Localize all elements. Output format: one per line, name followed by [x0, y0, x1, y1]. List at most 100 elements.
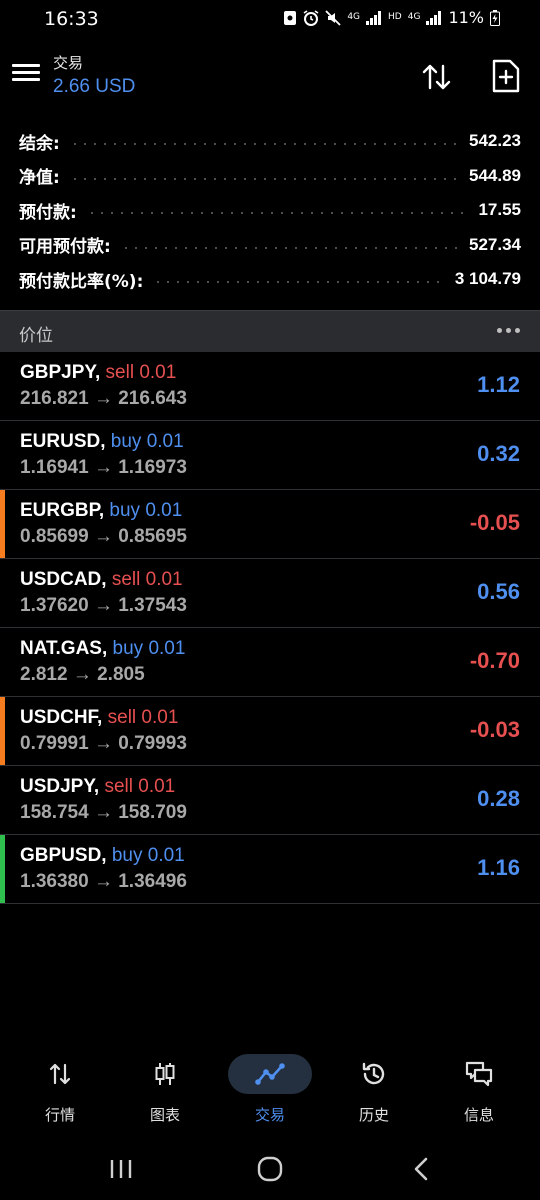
recent-apps-icon [110, 1160, 132, 1178]
position-side: sell 0.01 [107, 707, 179, 728]
nav-label: 行情 [44, 1106, 75, 1124]
summary-row-margin: 预付款: 17.55 [0, 193, 540, 228]
summary-row-balance: 结余: 542.23 [0, 124, 540, 159]
signal-icon [366, 10, 382, 25]
system-navigation-bar [0, 1140, 540, 1200]
position-symbol: USDJPY, [20, 776, 100, 797]
position-row[interactable]: GBPJPY, sell 0.01 216.821 → 216.643 1.12 [0, 352, 540, 421]
lock-screen-icon [284, 10, 297, 25]
nav-trade[interactable]: 交易 [220, 1048, 320, 1124]
positions-section-header: 价位 [0, 310, 540, 352]
position-row[interactable]: USDCAD, sell 0.01 1.37620 → 1.37543 0.56 [0, 559, 540, 628]
battery-percent: 11% [448, 8, 484, 27]
more-options-button[interactable] [497, 328, 520, 333]
trade-line-icon [255, 1063, 285, 1085]
bottom-navigation: 行情 图表 交易 历史 信息 [0, 1040, 540, 1130]
summary-value: 17.55 [478, 200, 521, 220]
position-symbol: EURGBP, [20, 500, 105, 521]
position-accent-bar [0, 835, 5, 903]
summary-value: 3 104.79 [454, 269, 521, 289]
position-row[interactable]: GBPUSD, buy 0.01 1.36380 → 1.36496 1.16 [0, 835, 540, 904]
sort-button[interactable] [420, 60, 454, 94]
recent-apps-button[interactable] [106, 1154, 136, 1184]
summary-label: 预付款: [19, 202, 77, 223]
position-symbol: GBPJPY, [20, 362, 101, 383]
nav-history[interactable]: 历史 [324, 1048, 424, 1124]
positions-list: GBPJPY, sell 0.01 216.821 → 216.643 1.12 EU… [0, 352, 540, 904]
position-symbol: GBPUSD, [20, 845, 107, 866]
mute-icon [325, 9, 341, 26]
position-title: USDJPY, sell 0.01 [20, 776, 175, 798]
position-side: sell 0.01 [104, 776, 176, 797]
quotes-icon [49, 1063, 71, 1085]
position-profit: -0.05 [469, 510, 520, 535]
position-accent-bar [0, 559, 5, 627]
network-4g-label-2: 4G [407, 12, 421, 22]
position-prices: 216.821 → 216.643 [20, 388, 187, 409]
home-button[interactable] [255, 1154, 285, 1184]
position-title: GBPJPY, sell 0.01 [20, 362, 176, 384]
sort-icon [422, 64, 451, 90]
position-accent-bar [0, 628, 5, 696]
position-profit: 0.28 [477, 786, 520, 811]
position-accent-bar [0, 766, 5, 834]
position-title: USDCHF, sell 0.01 [20, 707, 178, 729]
new-document-icon [492, 59, 520, 93]
nav-charts[interactable]: 图表 [115, 1048, 215, 1124]
nav-messages[interactable]: 信息 [429, 1048, 529, 1124]
dotted-leader [153, 281, 445, 284]
network-4g-label: 4G [347, 12, 361, 22]
account-summary: 结余: 542.23 净值: 544.89 预付款: 17.55 可用预付款: … [0, 124, 540, 297]
dotted-leader [69, 143, 459, 146]
new-order-button[interactable] [490, 58, 522, 94]
position-prices: 1.36380 → 1.36496 [20, 871, 187, 892]
position-profit: 1.16 [477, 855, 520, 880]
menu-button[interactable] [12, 60, 40, 88]
position-title: USDCAD, sell 0.01 [20, 569, 183, 591]
app-header: 交易 2.66 USD [0, 40, 540, 112]
hd-label: HD [388, 12, 402, 22]
position-prices: 1.37620 → 1.37543 [20, 595, 187, 616]
position-row[interactable]: EURUSD, buy 0.01 1.16941 → 1.16973 0.32 [0, 421, 540, 490]
status-icons: 4G HD 4G 11% [283, 8, 500, 27]
position-row[interactable]: USDCHF, sell 0.01 0.79991 → 0.79993 -0.03 [0, 697, 540, 766]
position-side: buy 0.01 [110, 431, 184, 452]
position-profit: -0.03 [469, 717, 520, 742]
position-side: buy 0.01 [112, 638, 186, 659]
summary-label: 净值: [19, 168, 60, 189]
position-prices: 0.85699 → 0.85695 [20, 526, 187, 547]
summary-label: 结余: [19, 133, 60, 154]
position-symbol: USDCHF, [20, 707, 103, 728]
nav-label: 信息 [463, 1106, 494, 1124]
summary-row-margin-level: 预付款比率(%): 3 104.79 [0, 262, 540, 297]
position-accent-bar [0, 697, 5, 765]
position-prices: 2.812 → 2.805 [20, 664, 145, 685]
back-chevron-icon [414, 1157, 428, 1181]
menu-icon [12, 64, 40, 67]
nav-label: 交易 [254, 1106, 285, 1124]
position-side: buy 0.01 [111, 845, 185, 866]
position-title: EURGBP, buy 0.01 [20, 500, 182, 522]
position-row[interactable]: NAT.GAS, buy 0.01 2.812 → 2.805 -0.70 [0, 628, 540, 697]
dotted-leader [86, 212, 469, 215]
nav-label: 历史 [358, 1106, 389, 1124]
summary-row-equity: 净值: 544.89 [0, 159, 540, 194]
summary-row-free-margin: 可用预付款: 527.34 [0, 228, 540, 263]
position-accent-bar [0, 352, 5, 420]
position-profit: -0.70 [469, 648, 520, 673]
nav-quotes[interactable]: 行情 [10, 1048, 110, 1124]
position-title: GBPUSD, buy 0.01 [20, 845, 185, 867]
page-title: 交易 [53, 54, 84, 72]
back-button[interactable] [406, 1154, 436, 1184]
position-side: sell 0.01 [111, 569, 183, 590]
position-title: EURUSD, buy 0.01 [20, 431, 184, 453]
position-row[interactable]: EURGBP, buy 0.01 0.85699 → 0.85695 -0.05 [0, 490, 540, 559]
more-dots-icon [497, 328, 502, 333]
position-side: buy 0.01 [109, 500, 183, 521]
position-row[interactable]: USDJPY, sell 0.01 158.754 → 158.709 0.28 [0, 766, 540, 835]
position-title: NAT.GAS, buy 0.01 [20, 638, 185, 660]
nav-label: 图表 [149, 1106, 180, 1124]
section-title: 价位 [19, 326, 53, 346]
position-accent-bar [0, 490, 5, 558]
summary-label: 预付款比率(%): [19, 271, 144, 292]
